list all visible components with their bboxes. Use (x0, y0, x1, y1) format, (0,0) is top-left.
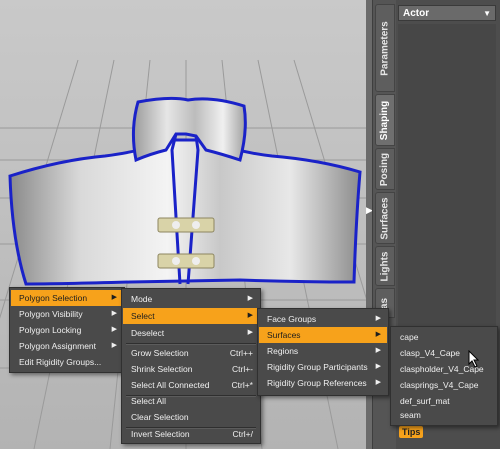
submenu-arrow-icon: ▶ (375, 379, 381, 386)
submenu-arrow-icon: ▶ (247, 329, 253, 336)
menu-item-polygon-locking[interactable]: Polygon Locking ▶ (11, 322, 123, 338)
menu-item-select-all[interactable]: Select All (123, 393, 259, 409)
menu-item-face-groups[interactable]: Face Groups ▶ (259, 311, 387, 327)
context-menu-main: Polygon Selection ▶ Polygon Visibility ▶ P… (9, 287, 125, 373)
menu-item-shrink-selection[interactable]: Shrink Selection Ctrl+- (123, 361, 259, 377)
submenu-arrow-icon: ▶ (375, 363, 381, 370)
menu-item-surfaces[interactable]: Surfaces ▶ (259, 327, 387, 343)
tab-posing[interactable]: Posing (375, 148, 395, 190)
submenu-arrow-icon: ▶ (111, 342, 117, 349)
menu-item-invert-selection[interactable]: Invert Selection Ctrl+/ (123, 426, 259, 442)
menu-item-clear-selection[interactable]: Clear Selection (123, 409, 259, 425)
menu-item-polygon-visibility[interactable]: Polygon Visibility ▶ (11, 306, 123, 322)
menu-item-edit-rigidity-groups[interactable]: Edit Rigidity Groups... (11, 354, 123, 370)
menu-item-mode[interactable]: Mode ▶ (123, 291, 259, 307)
submenu-arrow-icon: ▶ (247, 295, 253, 302)
menu-item-polygon-assignment[interactable]: Polygon Assignment ▶ (11, 338, 123, 354)
menu-item-surface-claspholder[interactable]: claspholder_V4_Cape (392, 361, 496, 377)
menu-item-rigidity-group-references[interactable]: Rigidity Group References ▶ (259, 375, 387, 391)
context-menu-polygon-selection: Mode ▶ Select ▶ Deselect ▶ Grow Selection Ct… (121, 288, 261, 444)
actor-dropdown[interactable]: Actor ▼ (398, 5, 496, 21)
menu-item-surface-cape[interactable]: cape (392, 329, 496, 345)
menu-item-deselect[interactable]: Deselect ▶ (123, 325, 259, 341)
mouse-cursor-icon (468, 350, 480, 368)
context-menu-surfaces: cape clasp_V4_Cape claspholder_V4_Cape c… (390, 326, 498, 426)
menu-item-select[interactable]: Select ▶ (123, 308, 259, 324)
menu-item-surface-seam[interactable]: seam (392, 407, 496, 423)
tab-lights[interactable]: Lights (375, 246, 395, 286)
tips-button[interactable]: Tips (399, 426, 424, 438)
menu-item-rigidity-group-participants[interactable]: Rigidity Group Participants ▶ (259, 359, 387, 375)
tab-parameters[interactable]: Parameters (375, 4, 395, 92)
submenu-arrow-icon: ▶ (375, 347, 381, 354)
chevron-down-icon: ▼ (483, 8, 491, 18)
menu-item-regions[interactable]: Regions ▶ (259, 343, 387, 359)
submenu-arrow-icon: ▶ (247, 312, 253, 319)
menu-item-surface-clasprings[interactable]: clasprings_V4_Cape (392, 377, 496, 393)
submenu-arrow-icon: ▶ (375, 331, 381, 338)
submenu-arrow-icon: ▶ (111, 310, 117, 317)
menu-item-select-all-connected[interactable]: Select All Connected Ctrl+* (123, 377, 259, 393)
menu-item-surface-clasp[interactable]: clasp_V4_Cape (392, 345, 496, 361)
submenu-arrow-icon: ▶ (111, 326, 117, 333)
context-menu-select: Face Groups ▶ Surfaces ▶ Regions ▶ Rigidity… (257, 308, 389, 396)
submenu-arrow-icon: ▶ (111, 294, 117, 301)
menu-item-polygon-selection[interactable]: Polygon Selection ▶ (11, 290, 123, 306)
menu-item-grow-selection[interactable]: Grow Selection Ctrl++ (123, 345, 259, 361)
submenu-arrow-icon: ▶ (375, 315, 381, 322)
tab-shaping[interactable]: Shaping (375, 94, 395, 146)
actor-label: Actor (403, 7, 430, 19)
tab-surfaces[interactable]: Surfaces (375, 192, 395, 244)
